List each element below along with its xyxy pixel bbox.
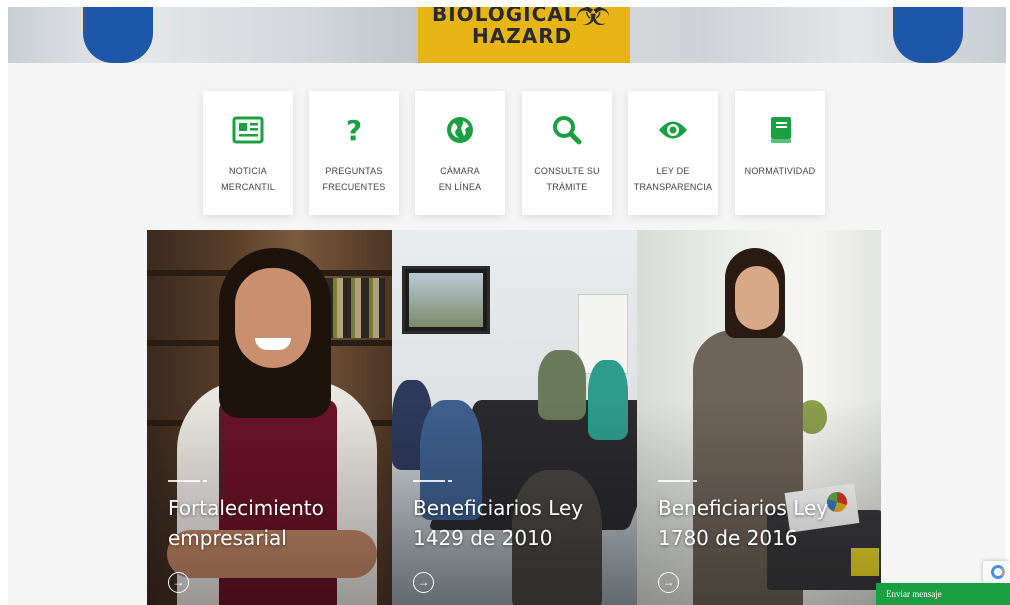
glove-right [893, 7, 963, 63]
send-message-button[interactable]: Enviar mensaje [876, 583, 1010, 605]
shortcut-label-line2: TRÁMITE [546, 182, 588, 192]
card-fortalecimiento-empresarial[interactable]: Fortalecimiento empresarial → [147, 230, 392, 605]
card-beneficiarios-ley-1429[interactable]: Beneficiarios Ley 1429 de 2010 → [392, 230, 637, 605]
arrow-right-icon[interactable]: → [658, 572, 679, 593]
card-divider [658, 480, 690, 482]
search-icon [522, 111, 612, 149]
hazard-sign: BIOLOGICAL HAZARD ☣ [418, 7, 630, 63]
glove-left [83, 7, 153, 63]
card-beneficiarios-ley-1780[interactable]: Beneficiarios Ley 1780 de 2016 → [637, 230, 881, 605]
card-title-line2: empresarial [168, 526, 287, 550]
shortcut-label-line2: EN LÍNEA [438, 182, 482, 192]
shortcut-label-line2: FRECUENTES [322, 182, 386, 192]
shortcut-label-line2: TRANSPARENCIA [633, 182, 713, 192]
arrow-right-icon[interactable]: → [168, 572, 189, 593]
shortcut-consulte-su-tramite[interactable]: CONSULTE SU TRÁMITE [522, 91, 612, 215]
card-title: Fortalecimiento empresarial [168, 493, 383, 553]
shortcut-camara-en-linea[interactable]: CÁMARA EN LÍNEA [415, 91, 505, 215]
shortcut-preguntas-frecuentes[interactable]: ? PREGUNTAS FRECUENTES [309, 91, 399, 215]
shortcut-normatividad[interactable]: NORMATIVIDAD [735, 91, 825, 215]
eye-icon [628, 111, 718, 149]
question-mark-icon: ? [345, 113, 363, 147]
card-divider-dot [203, 480, 207, 482]
shortcut-label-line1: LEY DE [656, 166, 690, 176]
arrow-right-icon[interactable]: → [413, 572, 434, 593]
card-divider-dot [693, 480, 697, 482]
card-divider-dot [448, 480, 452, 482]
recaptcha-badge[interactable] [983, 561, 1010, 583]
shortcut-label-line2: NORMATIVIDAD [744, 166, 816, 176]
newspaper-icon [203, 111, 293, 149]
card-title-line1: Beneficiarios Ley [658, 496, 829, 520]
book-icon [735, 111, 825, 149]
globe-icon [415, 111, 505, 149]
card-title-line2: 1429 de 2010 [413, 526, 553, 550]
shortcut-label-line1: CÁMARA [440, 166, 480, 176]
shortcut-label-line2: MERCANTIL [221, 182, 275, 192]
card-title: Beneficiarios Ley 1780 de 2016 [658, 493, 873, 553]
card-title-line1: Fortalecimiento [168, 496, 324, 520]
shortcut-label-line1: PREGUNTAS [325, 166, 383, 176]
card-title-line2: 1780 de 2016 [658, 526, 798, 550]
recaptcha-icon [991, 565, 1005, 579]
card-divider [168, 480, 200, 482]
card-divider [413, 480, 445, 482]
hero-banner-image: BIOLOGICAL HAZARD ☣ [8, 7, 1006, 63]
shortcut-noticia-mercantil[interactable]: NOTICIA MERCANTIL [203, 91, 293, 215]
shortcut-label-line1: NOTICIA [229, 166, 267, 176]
shortcut-label-line1: CONSULTE SU [534, 166, 600, 176]
biohazard-icon: ☣ [575, 7, 612, 35]
card-title: Beneficiarios Ley 1429 de 2010 [413, 493, 628, 553]
shortcut-ley-de-transparencia[interactable]: LEY DE TRANSPARENCIA [628, 91, 718, 215]
card-title-line1: Beneficiarios Ley [413, 496, 584, 520]
